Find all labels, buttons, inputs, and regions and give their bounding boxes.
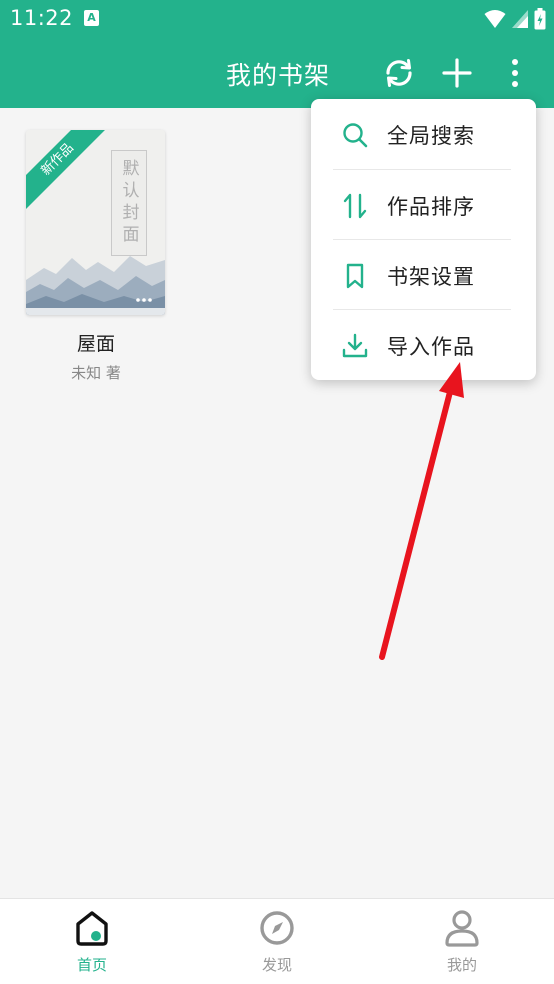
ribbon-label: 新作品 [26,130,106,210]
book-item[interactable]: 默认封面 新作品 屋面 未知 著 [26,130,166,383]
download-icon [342,333,368,358]
refresh-icon [386,59,412,87]
menu-item-label: 作品排序 [387,195,475,219]
menu-item-import[interactable]: 导入作品 [311,310,536,380]
bookmark-icon [346,263,364,289]
more-button[interactable] [495,53,535,93]
bottom-navigation: 首页 发现 我的 [0,898,554,984]
sort-icon [343,193,367,219]
menu-item-label: 全局搜索 [387,124,475,148]
nav-item-home[interactable]: 首页 [0,899,184,984]
status-icons [484,8,546,30]
signal-icon [512,10,528,28]
cover-title: 默认封面 [118,159,139,247]
nav-label: 发现 [261,956,292,974]
search-icon [343,123,368,148]
home-icon [76,911,108,946]
status-bar: 11:22 A [0,0,554,38]
book-author: 未知 著 [71,364,121,382]
menu-item-shelf-settings[interactable]: 书架设置 [311,240,536,310]
nav-item-discover[interactable]: 发现 [185,899,369,984]
status-notification-icon: A [84,10,99,26]
wifi-icon [484,10,506,28]
person-icon [445,910,479,947]
status-time: 11:22 [10,6,74,30]
plus-icon [442,58,472,88]
compass-icon [260,911,294,945]
nav-label: 我的 [446,956,477,974]
book-cover: 默认封面 新作品 [26,130,165,315]
add-button[interactable] [437,53,477,93]
nav-label: 首页 [76,956,107,974]
cover-title-box: 默认封面 [111,150,147,256]
menu-item-sort[interactable]: 作品排序 [311,170,536,240]
book-title: 屋面 [76,333,115,355]
app-bar: 我的书架 [0,38,554,108]
menu-item-label: 书架设置 [387,265,475,289]
menu-item-global-search[interactable]: 全局搜索 [311,99,536,169]
overflow-menu: 全局搜索 作品排序 书架设置 导入作品 [311,99,536,380]
new-ribbon: 新作品 [26,130,106,210]
page-title: 我的书架 [226,61,331,90]
battery-icon [534,8,546,30]
refresh-button[interactable] [379,53,419,93]
nav-item-mine[interactable]: 我的 [370,899,554,984]
menu-item-label: 导入作品 [387,335,475,359]
more-vert-icon [512,59,518,87]
screen: 11:22 A 我的书架 默认封面 新作品 屋面 未知 著 全局搜索 作品排序 … [0,0,554,984]
